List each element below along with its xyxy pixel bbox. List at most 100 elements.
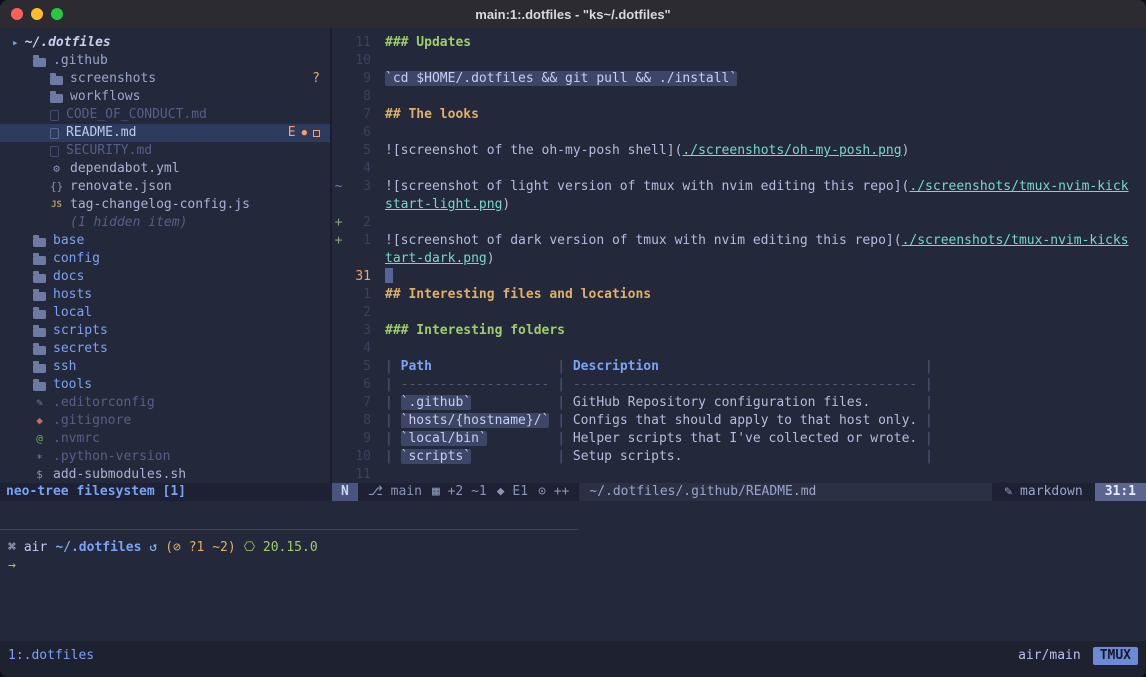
- file-status-marks: E ●: [288, 124, 320, 142]
- prompt-hostname: air: [24, 539, 47, 557]
- tree-item-docs[interactable]: docs: [0, 268, 330, 286]
- tmux-session-label: air/main: [1018, 647, 1081, 665]
- close-button[interactable]: [11, 8, 23, 20]
- tree-item-label: renovate.json: [70, 178, 172, 196]
- tree-item-editorconfig[interactable]: ✎ .editorconfig: [0, 394, 330, 412]
- tree-item-nvmrc[interactable]: @ .nvmrc: [0, 430, 330, 448]
- tree-item-python-version[interactable]: ∗ .python-version: [0, 448, 330, 466]
- refresh-icon: ↺: [149, 539, 157, 557]
- tree-hidden-items-note[interactable]: (1 hidden item): [0, 214, 330, 232]
- editor-pane[interactable]: 11 ### Updates 10 9 `cd $HOME/.dotfiles …: [332, 28, 1146, 483]
- git-add-sign: +: [332, 232, 345, 250]
- tree-root[interactable]: ▸ ~/.dotfiles: [0, 34, 330, 52]
- neo-tree-sidebar[interactable]: ▸ ~/.dotfiles .github screenshots ? work…: [0, 28, 330, 483]
- tree-item-add-submodules[interactable]: $ add-submodules.sh: [0, 466, 330, 483]
- python-icon: ∗: [33, 448, 46, 466]
- tree-item-local[interactable]: local: [0, 304, 330, 322]
- folder-icon: [33, 238, 46, 247]
- gutter-sign: [332, 70, 345, 88]
- line-text: [371, 124, 385, 142]
- table-pad: [471, 395, 549, 410]
- line-number: 5: [345, 142, 371, 160]
- md-inline-code: `scripts`: [401, 449, 471, 464]
- command-line: [0, 501, 1146, 529]
- tree-item-label: base: [53, 232, 84, 250]
- table-pipe: |: [549, 431, 572, 446]
- shell-pane[interactable]: ⌘ air ~/.dotfiles ↺ (⊘ ?1 ~2) ⎔ 20.15.0 …: [0, 531, 1146, 641]
- zoom-button[interactable]: [51, 8, 63, 20]
- table-pipe: |: [549, 377, 572, 392]
- tree-item-hosts[interactable]: hosts: [0, 286, 330, 304]
- tmux-window-label[interactable]: 1:.dotfiles: [8, 647, 94, 665]
- line-number: 6: [345, 124, 371, 142]
- tree-item-tag-changelog[interactable]: JS tag-changelog-config.js: [0, 196, 330, 214]
- node-version: ⎔ 20.15.0: [244, 539, 318, 557]
- md-link-url: ./screenshots/tmux-nvim-kick: [909, 179, 1128, 194]
- table-pipe: |: [549, 359, 572, 374]
- tmux-badge: TMUX: [1093, 647, 1138, 665]
- gutter-sign: [332, 430, 345, 448]
- tree-item-dependabot[interactable]: ⚙ dependabot.yml: [0, 160, 330, 178]
- gutter-sign: [332, 268, 345, 286]
- line-number: 8: [345, 412, 371, 430]
- tree-item-label: screenshots: [70, 70, 156, 88]
- editor-line: 1 ## Interesting files and locations: [332, 286, 1146, 304]
- line-number: 10: [345, 52, 371, 70]
- terminal-content: ▸ ~/.dotfiles .github screenshots ? work…: [0, 28, 1146, 677]
- lualine: N ⎇ main ▦ +2 ~1 ◆ E1 ⊙ ++ ~/.dotfiles/.…: [332, 483, 1146, 501]
- traffic-lights: [11, 8, 63, 20]
- tree-item-scripts[interactable]: scripts: [0, 322, 330, 340]
- editor-line-wrap: tart-dark.png): [332, 250, 1146, 268]
- line-number: 9: [345, 70, 371, 88]
- folder-icon: [50, 76, 63, 85]
- line-number: 11: [345, 466, 371, 483]
- shell-script-icon: $: [33, 466, 46, 483]
- table-pipe: |: [385, 413, 401, 428]
- line-number: 4: [345, 160, 371, 178]
- line-number: 5: [345, 358, 371, 376]
- tree-item-readme-selected[interactable]: README.md E ●: [0, 124, 330, 142]
- table-pipe: |: [385, 377, 401, 392]
- tree-item-base[interactable]: base: [0, 232, 330, 250]
- tree-item-label: secrets: [53, 340, 108, 358]
- tree-item-tools[interactable]: tools: [0, 376, 330, 394]
- table-cell: GitHub Repository configuration files.: [573, 395, 917, 410]
- table-pipe: |: [917, 413, 933, 428]
- javascript-icon: JS: [50, 196, 63, 214]
- tree-item-security[interactable]: SECURITY.md: [0, 142, 330, 160]
- tmux-right-section: air/main TMUX: [1018, 647, 1138, 665]
- tree-item-ssh[interactable]: ssh: [0, 358, 330, 376]
- tree-item-config[interactable]: config: [0, 250, 330, 268]
- git-untracked-badge: ?: [312, 70, 320, 88]
- tree-item-secrets[interactable]: secrets: [0, 340, 330, 358]
- table-pipe: |: [385, 359, 401, 374]
- line-text: | ------------------- | ----------------…: [371, 376, 933, 394]
- tree-item-github[interactable]: .github: [0, 52, 330, 70]
- folder-icon: [33, 256, 46, 265]
- tree-item-label: SECURITY.md: [66, 142, 152, 160]
- tree-item-label: .editorconfig: [53, 394, 155, 412]
- table-pad: [487, 431, 550, 446]
- tree-item-label: tag-changelog-config.js: [70, 196, 250, 214]
- tree-item-label: .github: [53, 52, 108, 70]
- tree-item-gitignore[interactable]: ◆ .gitignore: [0, 412, 330, 430]
- editor-line: 5 | Path | Description |: [332, 358, 1146, 376]
- tree-item-code-of-conduct[interactable]: CODE_OF_CONDUCT.md: [0, 106, 330, 124]
- tree-item-label: .nvmrc: [53, 430, 100, 448]
- tree-item-screenshots[interactable]: screenshots ?: [0, 70, 330, 88]
- prompt-arrow-icon: →: [8, 557, 16, 575]
- editor-line: + 1 ![screenshot of dark version of tmux…: [332, 232, 1146, 250]
- editor-line: 6: [332, 124, 1146, 142]
- tree-item-label: add-submodules.sh: [53, 466, 186, 483]
- gutter-sign: [332, 394, 345, 412]
- minimize-button[interactable]: [31, 8, 43, 20]
- tree-item-workflows[interactable]: workflows: [0, 88, 330, 106]
- gutter-sign: [332, 448, 345, 466]
- tree-item-label: (1 hidden item): [70, 214, 187, 232]
- line-text: [371, 52, 385, 70]
- shell-input-line[interactable]: →: [8, 557, 1146, 575]
- md-link-url: tart-dark.png: [385, 251, 487, 266]
- tree-item-renovate[interactable]: {} renovate.json: [0, 178, 330, 196]
- line-number: 1: [345, 232, 371, 250]
- md-link-url: ./screenshots/tmux-nvim-kicks: [902, 233, 1129, 248]
